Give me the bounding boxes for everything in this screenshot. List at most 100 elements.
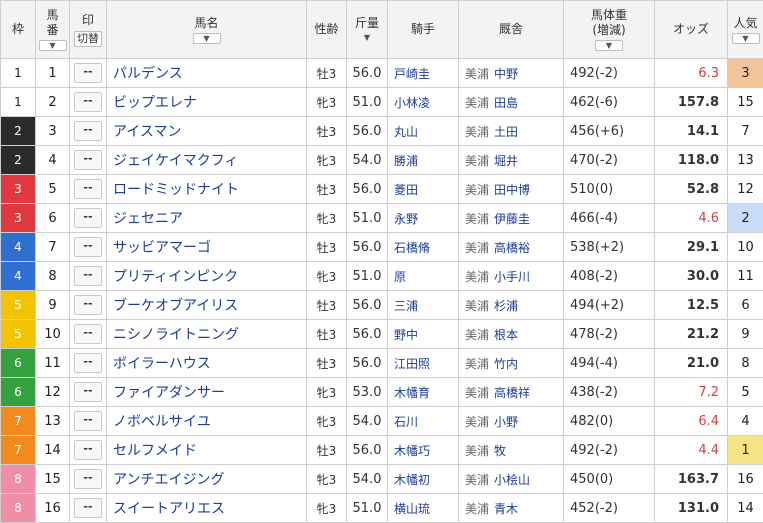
trainer-link[interactable]: 小桧山	[494, 473, 530, 487]
horse-name-link[interactable]: ジェセニア	[107, 204, 307, 233]
carried-weight: 53.0	[347, 378, 388, 407]
waku-number: 8	[1, 494, 36, 523]
jockey-link[interactable]: 永野	[388, 204, 459, 233]
trainer-link[interactable]: 田中博	[494, 183, 530, 197]
mark-cell: --	[70, 233, 107, 262]
jockey-link[interactable]: 木幡初	[388, 465, 459, 494]
mark-toggle-button[interactable]: 切替	[74, 31, 102, 47]
col-header-bodyweight[interactable]: 馬体重 (増減) ▼	[564, 1, 655, 59]
trainer-link[interactable]: 伊藤圭	[494, 212, 530, 226]
trainer-link[interactable]: 小野	[494, 415, 518, 429]
body-weight: 470(-2)	[564, 146, 655, 175]
jockey-link[interactable]: 原	[388, 262, 459, 291]
col-header-umaban[interactable]: 馬 番 ▼	[36, 1, 70, 59]
col-header-horse[interactable]: 馬名 ▼	[107, 1, 307, 59]
jockey-link[interactable]: 丸山	[388, 117, 459, 146]
mark-select-button[interactable]: --	[74, 179, 102, 199]
waku-number: 3	[1, 204, 36, 233]
mark-select-button[interactable]: --	[74, 208, 102, 228]
horse-name-link[interactable]: アイスマン	[107, 117, 307, 146]
col-header-sexage[interactable]: 性齢	[307, 1, 347, 59]
col-header-popularity[interactable]: 人気 ▼	[728, 1, 763, 59]
trainer-link[interactable]: 田島	[494, 96, 518, 110]
jockey-link[interactable]: 横山琉	[388, 494, 459, 523]
table-row: 59--ブーケオブアイリス牡356.0三浦美浦杉浦494(+2)12.56	[1, 291, 763, 320]
mark-select-button[interactable]: --	[74, 63, 102, 83]
sort-toggle-icon[interactable]: ▼	[732, 33, 760, 44]
jockey-link[interactable]: 三浦	[388, 291, 459, 320]
col-header-weight[interactable]: 斤量 ▼	[347, 1, 388, 59]
horse-name-link[interactable]: ボイラーハウス	[107, 349, 307, 378]
horse-number: 5	[36, 175, 70, 204]
trainer-link[interactable]: 高橋祥	[494, 386, 530, 400]
popularity-rank: 3	[728, 59, 763, 88]
horse-name-link[interactable]: プリティインピンク	[107, 262, 307, 291]
table-row: 713--ノボベルサイユ牝354.0石川美浦小野482(0)6.44	[1, 407, 763, 436]
horse-name-link[interactable]: サッビアマーゴ	[107, 233, 307, 262]
horse-name-link[interactable]: ビップエレナ	[107, 88, 307, 117]
trainer-link[interactable]: 杉浦	[494, 299, 518, 313]
trainer-link[interactable]: 牧	[494, 444, 506, 458]
jockey-link[interactable]: 石川	[388, 407, 459, 436]
horse-name-link[interactable]: ノボベルサイユ	[107, 407, 307, 436]
horse-name-link[interactable]: パルデンス	[107, 59, 307, 88]
jockey-link[interactable]: 江田照	[388, 349, 459, 378]
mark-select-button[interactable]: --	[74, 324, 102, 344]
trainer-area: 美浦	[465, 67, 489, 81]
col-header-jockey[interactable]: 騎手	[388, 1, 459, 59]
sort-toggle-icon[interactable]: ▼	[595, 40, 623, 51]
jockey-link[interactable]: 菱田	[388, 175, 459, 204]
jockey-link[interactable]: 野中	[388, 320, 459, 349]
waku-number: 1	[1, 59, 36, 88]
jockey-link[interactable]: 石橋脩	[388, 233, 459, 262]
mark-select-button[interactable]: --	[74, 150, 102, 170]
horse-name-link[interactable]: ジェイケイマクフィ	[107, 146, 307, 175]
horse-number: 1	[36, 59, 70, 88]
jockey-link[interactable]: 木幡巧	[388, 436, 459, 465]
horse-name-link[interactable]: セルフメイド	[107, 436, 307, 465]
trainer-link[interactable]: 青木	[494, 502, 518, 516]
jockey-link[interactable]: 戸崎圭	[388, 59, 459, 88]
carried-weight: 51.0	[347, 262, 388, 291]
horse-name-link[interactable]: ブーケオブアイリス	[107, 291, 307, 320]
sort-toggle-icon[interactable]: ▼	[39, 40, 67, 51]
horse-name-link[interactable]: ロードミッドナイト	[107, 175, 307, 204]
trainer-link[interactable]: 根本	[494, 328, 518, 342]
mark-select-button[interactable]: --	[74, 382, 102, 402]
jockey-link[interactable]: 勝浦	[388, 146, 459, 175]
mark-select-button[interactable]: --	[74, 92, 102, 112]
trainer-link[interactable]: 中野	[494, 67, 518, 81]
mark-select-button[interactable]: --	[74, 469, 102, 489]
trainer-cell: 美浦根本	[459, 320, 564, 349]
jockey-link[interactable]: 小林凌	[388, 88, 459, 117]
mark-select-button[interactable]: --	[74, 237, 102, 257]
horse-name-link[interactable]: ニシノライトニング	[107, 320, 307, 349]
sort-caret-icon[interactable]: ▼	[364, 33, 370, 43]
trainer-link[interactable]: 竹内	[494, 357, 518, 371]
trainer-link[interactable]: 小手川	[494, 270, 530, 284]
horse-name-link[interactable]: アンチエイジング	[107, 465, 307, 494]
col-header-trainer[interactable]: 厩舎	[459, 1, 564, 59]
carried-weight: 56.0	[347, 117, 388, 146]
win-odds: 14.1	[655, 117, 728, 146]
trainer-link[interactable]: 土田	[494, 125, 518, 139]
jockey-link[interactable]: 木幡育	[388, 378, 459, 407]
mark-select-button[interactable]: --	[74, 353, 102, 373]
mark-select-button[interactable]: --	[74, 411, 102, 431]
trainer-link[interactable]: 堀井	[494, 154, 518, 168]
mark-select-button[interactable]: --	[74, 266, 102, 286]
table-row: 611--ボイラーハウス牡356.0江田照美浦竹内494(-4)21.08	[1, 349, 763, 378]
sort-toggle-icon[interactable]: ▼	[193, 33, 221, 44]
trainer-link[interactable]: 高橋裕	[494, 241, 530, 255]
mark-select-button[interactable]: --	[74, 440, 102, 460]
horse-name-link[interactable]: スイートアリエス	[107, 494, 307, 523]
waku-number: 5	[1, 291, 36, 320]
horse-name-link[interactable]: ファイアダンサー	[107, 378, 307, 407]
sex-age: 牡3	[307, 59, 347, 88]
mark-select-button[interactable]: --	[74, 121, 102, 141]
col-header-odds[interactable]: オッズ	[655, 1, 728, 59]
mark-cell: --	[70, 175, 107, 204]
mark-select-button[interactable]: --	[74, 295, 102, 315]
mark-select-button[interactable]: --	[74, 498, 102, 518]
col-header-waku[interactable]: 枠	[1, 1, 36, 59]
